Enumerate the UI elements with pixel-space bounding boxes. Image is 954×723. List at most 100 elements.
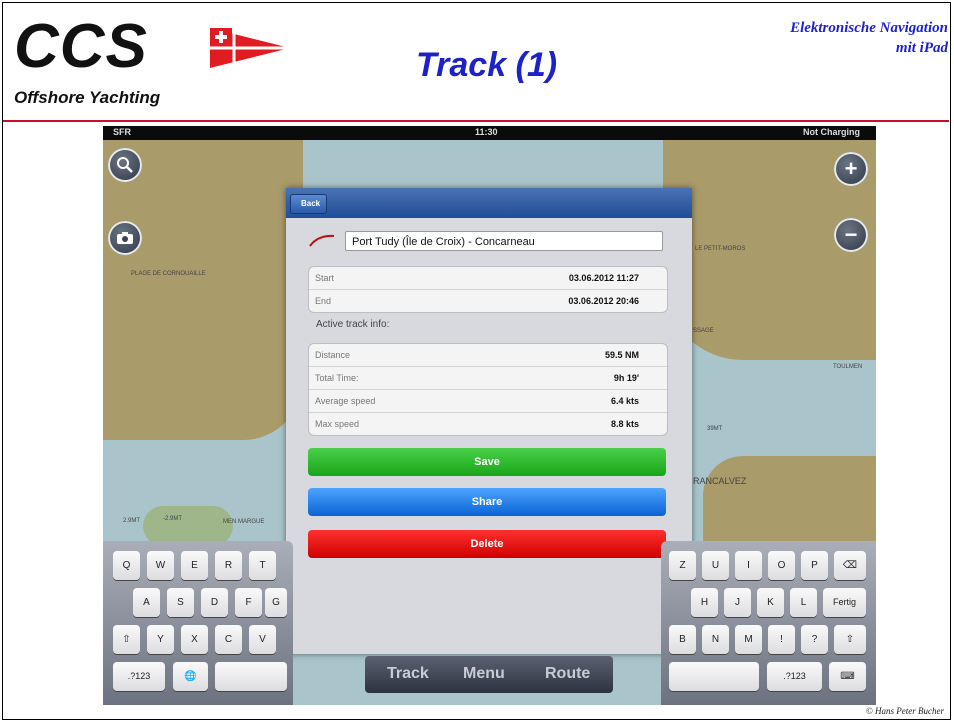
- key-p[interactable]: P: [801, 551, 828, 580]
- ipad-screenshot: PLAGE DE CORNOUAILLE LE PETIT-MOROS SSAG…: [103, 126, 876, 705]
- key-l[interactable]: L: [790, 588, 817, 617]
- header-divider: [3, 120, 949, 122]
- key-x[interactable]: X: [181, 625, 208, 654]
- map-label: -2.9MT: [163, 516, 183, 522]
- hide-keyboard-key[interactable]: ⌨: [829, 662, 866, 691]
- key-r[interactable]: R: [215, 551, 242, 580]
- key-numbers-left[interactable]: .?123: [113, 662, 165, 691]
- key-o[interactable]: O: [768, 551, 795, 580]
- keyboard-icon: ⌨: [840, 671, 855, 682]
- done-key[interactable]: Fertig: [823, 588, 866, 617]
- key-b[interactable]: B: [669, 625, 696, 654]
- globe-icon: 🌐: [184, 671, 197, 682]
- land-area: [143, 506, 233, 546]
- key-w[interactable]: W: [147, 551, 174, 580]
- key-e[interactable]: E: [181, 551, 208, 580]
- key-shift-left[interactable]: ⇧: [113, 625, 140, 654]
- total-time-label: Total Time:: [315, 373, 359, 383]
- map-label: LE PETIT-MOROS: [695, 246, 746, 252]
- max-speed-label: Max speed: [315, 419, 360, 429]
- minus-icon: −: [844, 222, 858, 247]
- distance-row: Distance 59.5 NM: [309, 344, 667, 367]
- key-n[interactable]: N: [702, 625, 729, 654]
- copyright-notice: © Hans Peter Bucher: [865, 706, 944, 716]
- camera-button[interactable]: [108, 221, 142, 255]
- search-map-button[interactable]: [108, 148, 142, 182]
- backspace-key[interactable]: ⌫: [834, 551, 866, 580]
- map-label: PLAGE DE CORNOUAILLE: [131, 271, 206, 277]
- distance-value: 59.5 NM: [604, 350, 639, 360]
- key-k[interactable]: K: [757, 588, 784, 617]
- route-tab[interactable]: Route: [545, 665, 590, 683]
- track-name-field[interactable]: Port Tudy (Île de Croix) - Concarneau: [345, 231, 663, 251]
- back-button[interactable]: Back: [290, 194, 328, 214]
- map-label: RANCALVEZ: [693, 476, 747, 486]
- globe-key[interactable]: 🌐: [173, 662, 208, 691]
- key-z[interactable]: Z: [669, 551, 696, 580]
- key-numbers-right[interactable]: .?123: [767, 662, 822, 691]
- start-row: Start 03.06.2012 11:27: [309, 267, 667, 290]
- zoom-in-button[interactable]: +: [834, 152, 868, 186]
- key-f[interactable]: F: [235, 588, 262, 617]
- key-c[interactable]: C: [215, 625, 242, 654]
- end-value: 03.06.2012 20:46: [568, 296, 639, 306]
- average-speed-value: 6.4 kts: [610, 396, 639, 406]
- key-exclamation[interactable]: !: [768, 625, 795, 654]
- status-bar: SFR 11:30 Not Charging: [103, 126, 876, 140]
- zoom-out-button[interactable]: −: [834, 218, 868, 252]
- start-label: Start: [315, 273, 335, 283]
- key-question[interactable]: ?: [801, 625, 828, 654]
- flag-icon: [210, 28, 290, 68]
- space-key-right[interactable]: [669, 662, 759, 691]
- time-group: Start 03.06.2012 11:27 End 03.06.2012 20:4…: [308, 266, 668, 313]
- key-j[interactable]: J: [724, 588, 751, 617]
- track-icon: [309, 234, 335, 247]
- key-m[interactable]: M: [735, 625, 762, 654]
- key-q[interactable]: Q: [113, 551, 140, 580]
- key-a[interactable]: A: [133, 588, 160, 617]
- key-i[interactable]: I: [735, 551, 762, 580]
- subject-line-1: Elektronische Navigation: [790, 20, 948, 36]
- logo-text: CCS: [14, 12, 148, 81]
- average-speed-row: Average speed 6.4 kts: [309, 390, 667, 413]
- clock: 11:30: [475, 127, 498, 137]
- key-v[interactable]: V: [249, 625, 276, 654]
- max-speed-value: 8.8 kts: [610, 419, 639, 429]
- plus-icon: +: [844, 156, 858, 181]
- space-key-left[interactable]: [215, 662, 287, 691]
- info-group: Distance 59.5 NM Total Time: 9h 19' Averag…: [308, 343, 668, 436]
- land-area: [103, 140, 303, 440]
- total-time-row: Total Time: 9h 19': [309, 367, 667, 390]
- search-icon: [117, 157, 133, 173]
- delete-button[interactable]: Delete: [308, 530, 666, 558]
- map-label: TOULMEN: [833, 364, 863, 370]
- slide-subject: Elektronische Navigation mit iPad: [728, 18, 948, 58]
- track-detail-panel: Back Port Tudy (Île de Croix) - Concarne…: [286, 188, 692, 654]
- key-d[interactable]: D: [201, 588, 228, 617]
- slide-title: Track (1): [416, 46, 558, 84]
- save-button[interactable]: Save: [308, 448, 666, 476]
- key-h[interactable]: H: [691, 588, 718, 617]
- active-track-info-heading: Active track info:: [316, 319, 390, 330]
- backspace-icon: ⌫: [842, 560, 858, 571]
- land-area: [703, 456, 876, 546]
- start-value: 03.06.2012 11:27: [568, 273, 639, 283]
- end-row: End 03.06.2012 20:46: [309, 290, 667, 312]
- map-label: SSAGE: [693, 328, 714, 334]
- subject-line-2: mit iPad: [895, 40, 948, 56]
- share-button[interactable]: Share: [308, 488, 666, 516]
- key-shift-right[interactable]: ⇧: [834, 625, 866, 654]
- track-tab[interactable]: Track: [387, 665, 429, 683]
- panel-header: Back: [286, 188, 692, 218]
- logo-subtitle: Offshore Yachting: [14, 88, 161, 107]
- map-label: MEN MARGUE: [223, 519, 265, 525]
- keyboard-right: Z U I O P ⌫ H J K L Fertig B N M ! ? ⇧ .…: [661, 541, 876, 705]
- key-y[interactable]: Y: [147, 625, 174, 654]
- battery-status: Not Charging: [803, 127, 860, 137]
- carrier-label: SFR: [113, 127, 131, 137]
- key-u[interactable]: U: [702, 551, 729, 580]
- menu-tab[interactable]: Menu: [463, 665, 505, 683]
- key-s[interactable]: S: [167, 588, 194, 617]
- key-t[interactable]: T: [249, 551, 276, 580]
- key-g[interactable]: G: [265, 588, 287, 617]
